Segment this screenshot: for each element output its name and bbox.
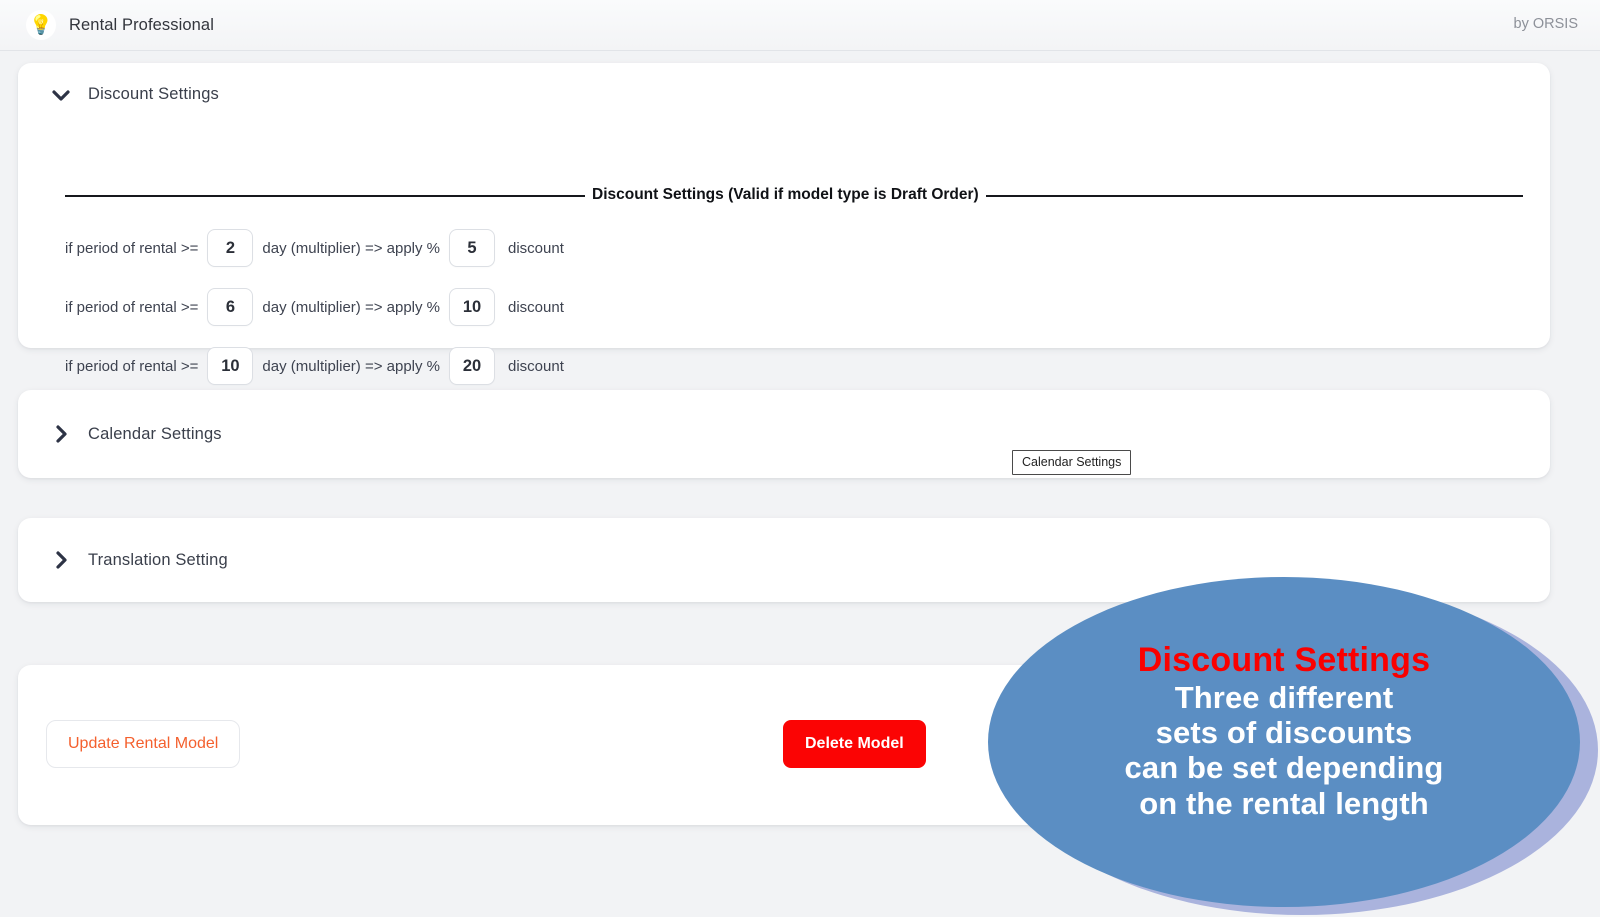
app-header: 💡 Rental Professional by ORSIS [0, 0, 1600, 51]
app-title: Rental Professional [69, 15, 214, 34]
rule-suffix-label: discount [508, 239, 564, 257]
discount-percent-input-2[interactable] [449, 288, 495, 326]
calendar-settings-card: Calendar Settings [18, 390, 1550, 478]
rule-middle-label: day (multiplier) => apply % [262, 357, 440, 375]
min-days-input-2[interactable] [207, 288, 254, 326]
rule-suffix-label: discount [508, 357, 564, 375]
delete-model-button[interactable]: Delete Model [783, 720, 926, 768]
legend-rule-right [985, 195, 1523, 197]
lightbulb-icon: 💡 [26, 10, 56, 40]
discount-legend: Discount Settings (Valid if model type i… [65, 186, 1523, 203]
rule-prefix-label: if period of rental >= [65, 298, 199, 316]
calendar-settings-header[interactable]: Calendar Settings [18, 390, 1550, 478]
min-days-input-3[interactable] [207, 347, 254, 385]
translation-setting-header[interactable]: Translation Setting [18, 518, 1550, 602]
table-row: if period of rental >= day (multiplier) … [18, 343, 1550, 389]
min-days-input-1[interactable] [207, 229, 254, 267]
discount-rule-list: if period of rental >= day (multiplier) … [18, 225, 1550, 402]
discount-percent-input-3[interactable] [449, 347, 495, 385]
calendar-settings-title: Calendar Settings [88, 424, 222, 443]
vendor-byline: by ORSIS [1513, 16, 1578, 32]
discount-settings-title: Discount Settings [88, 85, 219, 103]
chevron-right-icon[interactable] [48, 421, 74, 447]
discount-legend-text: Discount Settings (Valid if model type i… [592, 186, 979, 203]
table-row: if period of rental >= day (multiplier) … [18, 225, 1550, 271]
table-row: if period of rental >= day (multiplier) … [18, 284, 1550, 330]
translation-setting-card: Translation Setting [18, 518, 1550, 602]
rule-middle-label: day (multiplier) => apply % [262, 298, 440, 316]
rule-middle-label: day (multiplier) => apply % [262, 239, 440, 257]
actions-card: Update Rental Model Delete Model [18, 665, 1550, 825]
chevron-down-icon[interactable] [48, 82, 74, 108]
update-rental-model-button[interactable]: Update Rental Model [46, 720, 241, 768]
discount-percent-input-1[interactable] [449, 229, 495, 267]
rule-prefix-label: if period of rental >= [65, 239, 199, 257]
rule-prefix-label: if period of rental >= [65, 357, 199, 375]
rule-suffix-label: discount [508, 298, 564, 316]
calendar-settings-tooltip: Calendar Settings [1012, 450, 1132, 475]
brand: 💡 Rental Professional [26, 10, 214, 40]
translation-setting-title: Translation Setting [88, 550, 228, 569]
discount-settings-header[interactable]: Discount Settings [18, 63, 1550, 110]
legend-rule-left [65, 195, 585, 197]
discount-settings-card: Discount Settings Discount Settings (Val… [18, 63, 1550, 385]
chevron-right-icon[interactable] [48, 547, 74, 573]
